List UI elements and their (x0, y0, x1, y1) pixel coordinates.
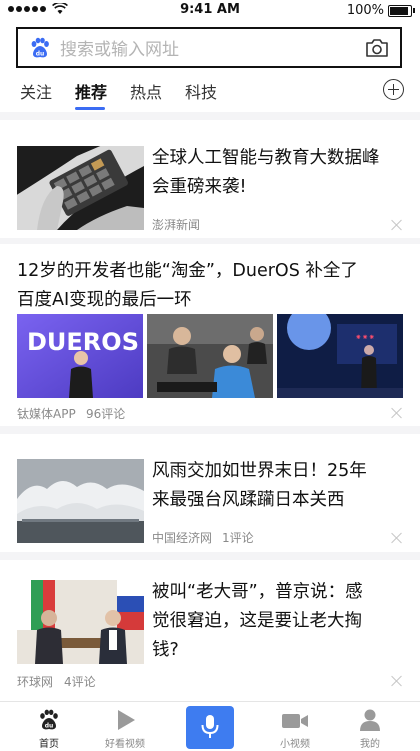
article-thumbnail (17, 146, 144, 230)
video-camera-icon (282, 714, 308, 728)
title-line: 来最强台风蹂躏日本关西 (152, 490, 345, 510)
article-title[interactable]: 被叫“老大哥”，普京说：感 觉很窘迫，这是要让老大掏 钱? (152, 578, 407, 665)
title-line: 会重磅来袭! (152, 177, 247, 197)
voice-search-button[interactable] (186, 706, 234, 749)
category-tabs: 关注 推荐 热点 科技 (0, 77, 420, 110)
nav-label: 好看视频 (105, 739, 145, 750)
divider (0, 426, 420, 434)
battery-percent: 100% (346, 3, 384, 18)
active-tab-indicator (75, 107, 105, 110)
microphone-icon (201, 715, 219, 738)
comment-count: 96评论 (86, 407, 126, 421)
tab-recommend[interactable]: 推荐 (75, 79, 107, 103)
person-icon (360, 709, 380, 731)
baidu-paw-icon: du (31, 37, 49, 57)
title-line: 12岁的开发者也能“淘金”，DuerOS 补全了 (17, 261, 358, 281)
close-icon[interactable] (391, 532, 403, 544)
article-image: DUEROS (17, 314, 143, 398)
article-title[interactable]: 风雨交加如世界末日！25年 来最强台风蹂躏日本关西 (152, 457, 407, 515)
article-source: 中国经济网 (152, 531, 213, 545)
baidu-paw-icon: du (40, 709, 58, 730)
add-tab-icon[interactable] (383, 79, 404, 100)
article-thumbnail (17, 459, 144, 543)
play-icon (118, 710, 135, 730)
title-line: 风雨交加如世界末日！25年 (152, 461, 367, 481)
battery-icon (388, 4, 415, 17)
title-line: 钱? (152, 640, 179, 660)
comment-count: 1评论 (222, 531, 254, 545)
search-input[interactable]: 搜索或输入网址 (60, 35, 364, 60)
tab-tech[interactable]: 科技 (185, 79, 217, 103)
article-title[interactable]: 12岁的开发者也能“淘金”，DuerOS 补全了 百度AI变现的最后一环 (17, 257, 412, 315)
svg-text:du: du (36, 50, 45, 57)
divider (0, 112, 420, 120)
close-icon[interactable] (391, 675, 403, 687)
tab-trending[interactable]: 热点 (130, 79, 162, 103)
title-line: 全球人工智能与教育大数据峰 (152, 148, 380, 168)
close-icon[interactable] (391, 219, 403, 231)
nav-label: 小视频 (280, 739, 310, 750)
article-source: 澎湃新闻 (152, 218, 201, 232)
article-source: 钛媒体APP (17, 407, 76, 421)
title-line: 被叫“老大哥”，普京说：感 (152, 582, 363, 602)
close-icon[interactable] (391, 407, 403, 419)
title-line: 觉很窘迫，这是要让老大掏 (152, 611, 362, 631)
comment-count: 4评论 (64, 675, 96, 689)
nav-short-video[interactable]: 小视频 (260, 702, 330, 751)
title-line: 百度AI变现的最后一环 (17, 290, 192, 310)
nav-haokan-video[interactable]: 好看视频 (90, 702, 160, 751)
camera-icon[interactable] (364, 37, 390, 59)
search-bar[interactable]: du 搜索或输入网址 (16, 27, 402, 68)
nav-home[interactable]: du 首页 (14, 702, 84, 751)
tab-follow[interactable]: 关注 (20, 79, 52, 103)
status-bar: 9:41 AM 100% (0, 0, 420, 22)
nav-profile[interactable]: 我的 (335, 702, 405, 751)
bottom-navigation: du 首页 好看视频 小视频 我的 (0, 701, 420, 751)
svg-text:⁕⁕⁕: ⁕⁕⁕ (355, 333, 375, 342)
article-source: 环球网 (17, 675, 54, 689)
svg-text:du: du (45, 723, 54, 730)
divider (0, 238, 420, 244)
article-title[interactable]: 全球人工智能与教育大数据峰 会重磅来袭! (152, 144, 407, 202)
divider (0, 552, 420, 560)
nav-label: 我的 (360, 739, 380, 750)
article-thumbnail (17, 580, 144, 664)
nav-label: 首页 (39, 739, 59, 750)
article-image (147, 314, 273, 398)
article-image: ⁕⁕⁕ (277, 314, 403, 398)
